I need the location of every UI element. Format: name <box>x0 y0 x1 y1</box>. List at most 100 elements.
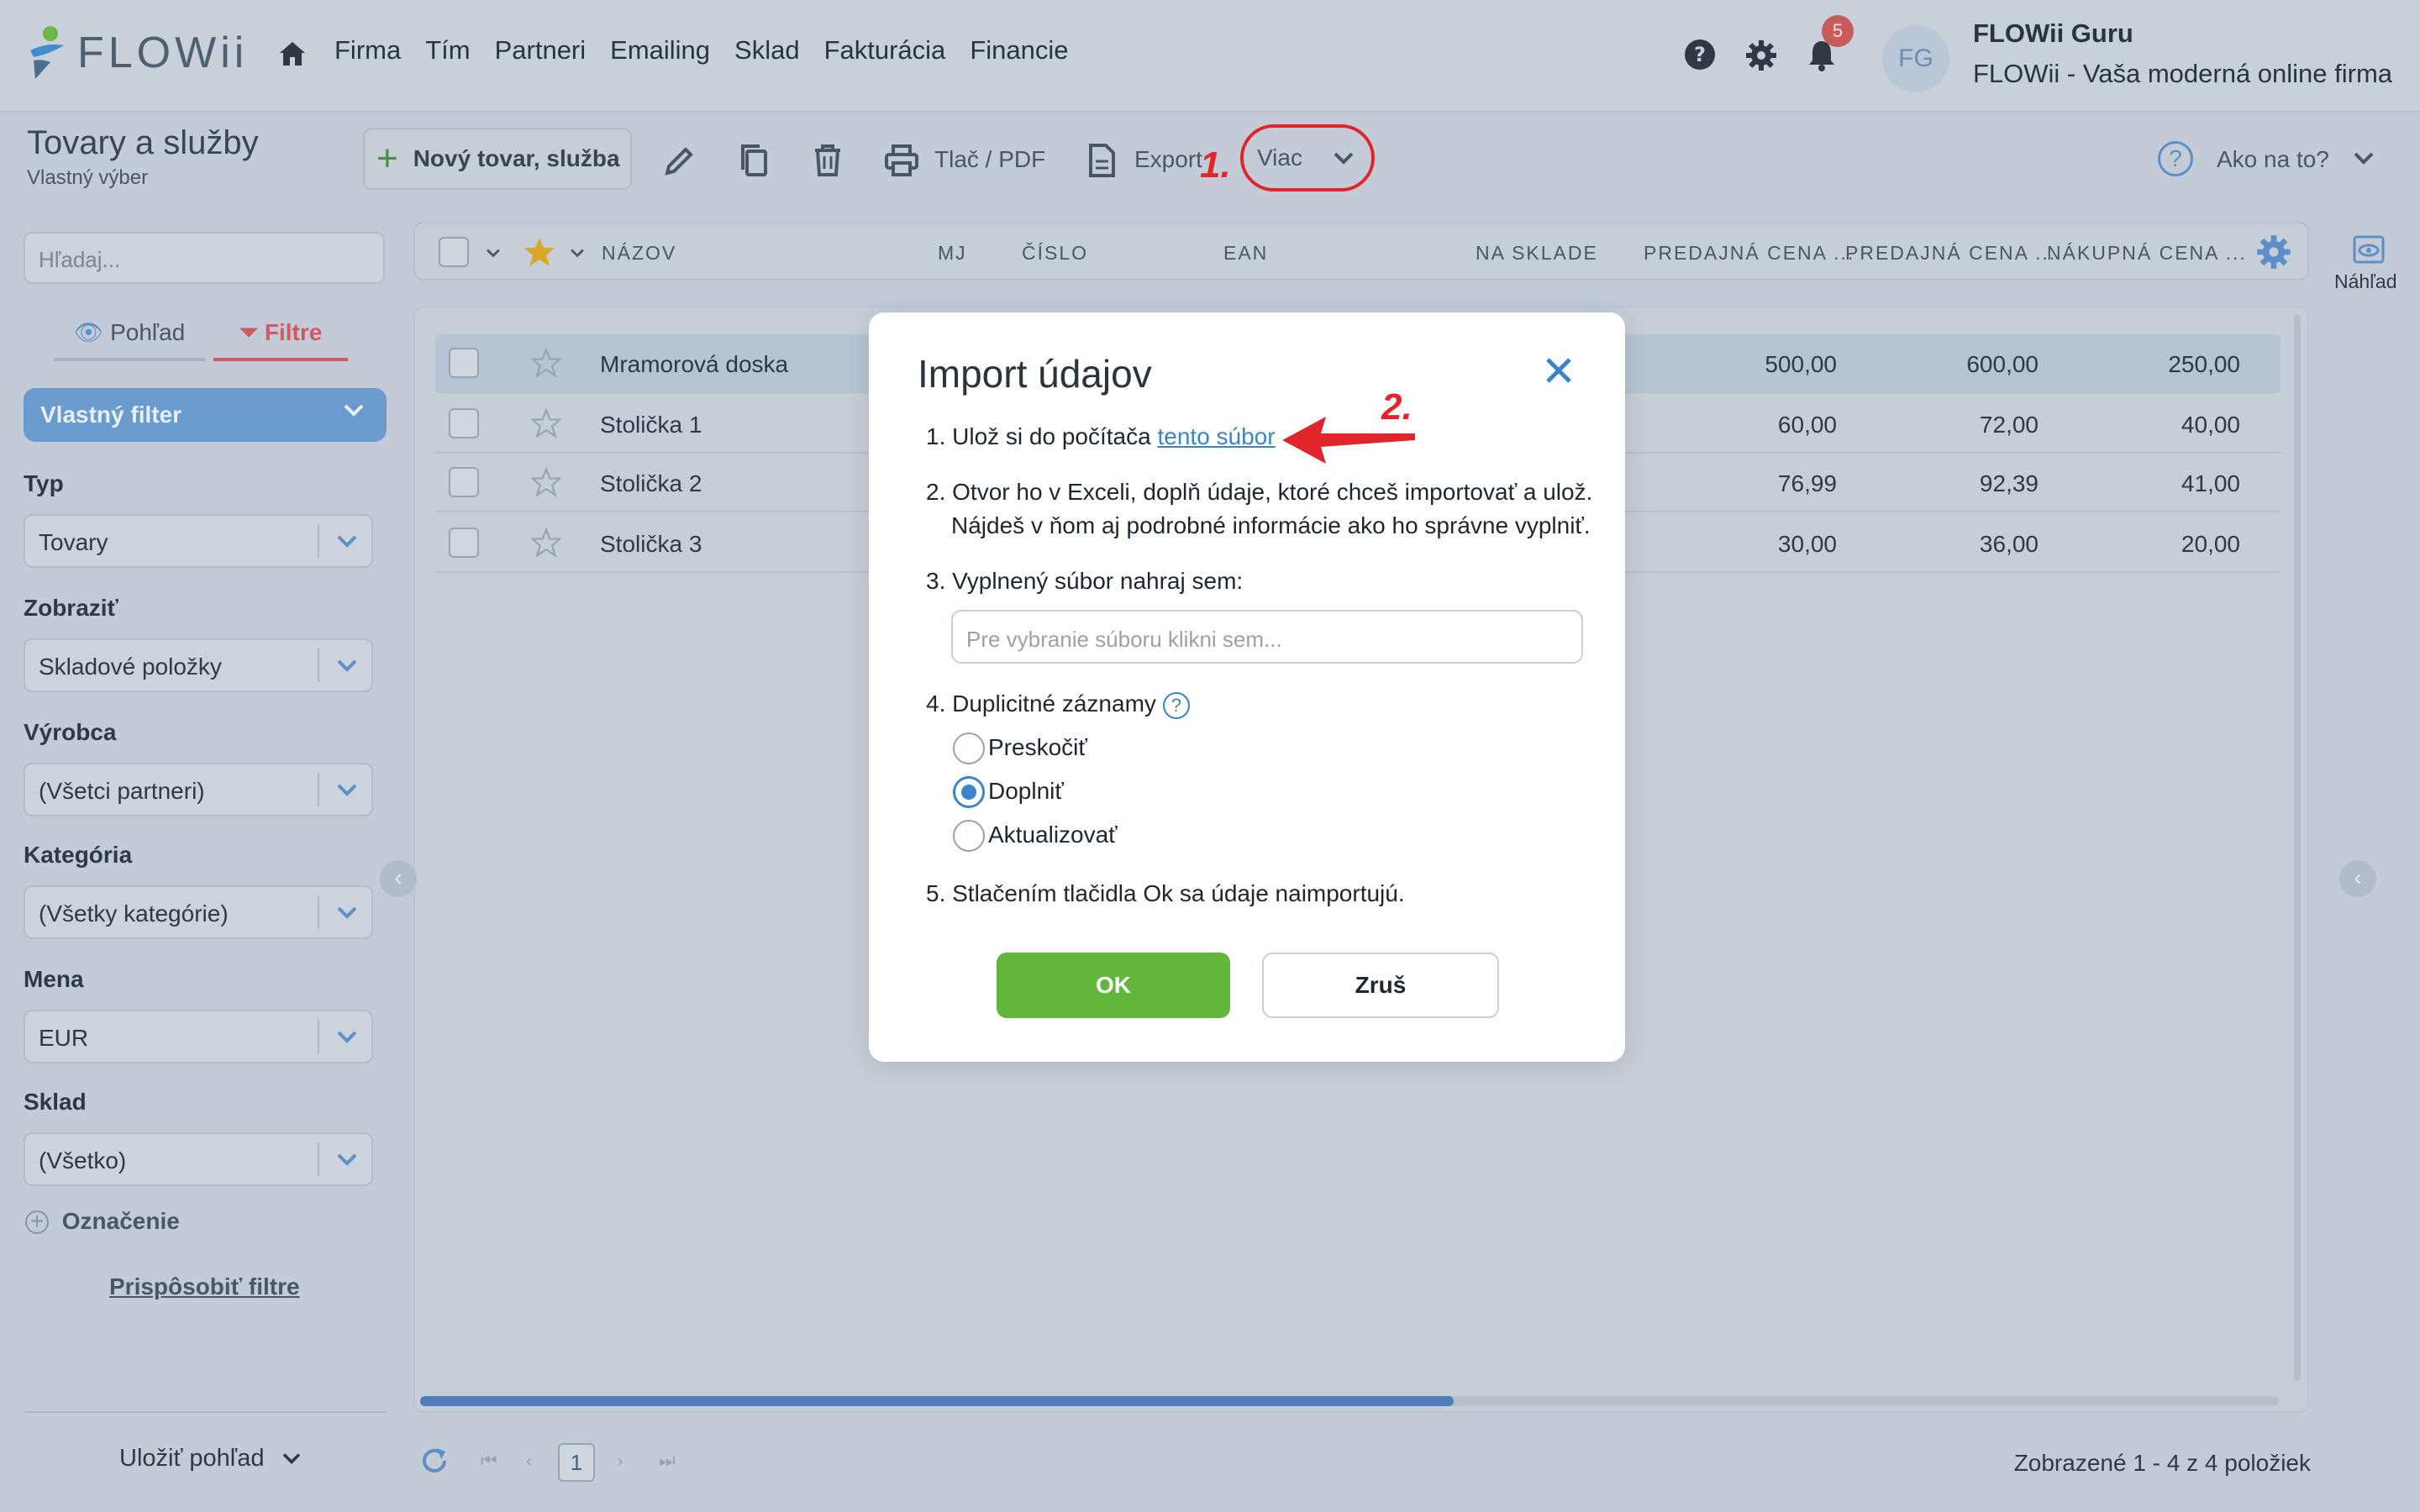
col-header-ean[interactable]: EAN <box>1223 242 1268 265</box>
star-outline-icon[interactable] <box>531 348 561 378</box>
file-upload-input[interactable]: Pre vybranie súboru klikni sem... <box>951 610 1583 664</box>
search-input[interactable]: Hľadaj... <box>24 232 385 284</box>
col-header-sale-price-2[interactable]: PREDAJNÁ CENA ... <box>1845 242 2056 265</box>
close-icon[interactable] <box>1543 354 1575 386</box>
nav-item-sklad[interactable]: Sklad <box>734 35 800 66</box>
print-pdf-label[interactable]: Tlač / PDF <box>934 146 1045 173</box>
duplicates-help-icon[interactable]: ? <box>1162 691 1190 719</box>
col-header-name[interactable]: NÁZOV <box>602 242 676 265</box>
save-view-button[interactable]: Uložiť pohľad <box>119 1445 302 1473</box>
user-name[interactable]: FLOWii Guru <box>1973 18 2133 49</box>
chevron-down-icon[interactable] <box>2353 150 2375 166</box>
avatar[interactable]: FG <box>1882 25 1949 92</box>
home-icon[interactable] <box>277 39 308 69</box>
step-1-text: 1. Ulož si do počítača <box>926 423 1158 449</box>
radio-skip-label[interactable]: Preskočiť <box>988 734 1087 761</box>
ok-button[interactable]: OK <box>997 953 1230 1018</box>
row-checkbox[interactable] <box>449 467 479 497</box>
custom-filter-dropdown[interactable]: Vlastný filter <box>24 388 387 442</box>
first-page-icon[interactable]: ⏮ <box>481 1450 497 1472</box>
filter-type-select[interactable]: Tovary <box>24 514 373 568</box>
chevron-down-icon[interactable] <box>486 247 501 259</box>
filter-manufacturer-select[interactable]: (Všetci partneri) <box>24 763 373 816</box>
new-item-label: Nový tovar, služba <box>413 145 620 171</box>
row-name: Mramorová doska <box>600 351 789 377</box>
col-header-sale-price-1[interactable]: PREDAJNÁ CENA ... <box>1644 242 1854 265</box>
filter-currency-select[interactable]: EUR <box>24 1010 373 1063</box>
nav-item-tim[interactable]: Tím <box>425 35 470 66</box>
preview-eye-icon[interactable] <box>2353 235 2385 264</box>
chevron-down-icon <box>337 1031 357 1043</box>
nav-item-partneri[interactable]: Partneri <box>495 35 587 66</box>
row-sale-price-1: 500,00 <box>1765 351 1837 377</box>
dialog-title: Import údajov <box>918 352 1152 396</box>
copy-icon[interactable] <box>736 143 771 178</box>
filter-show-select[interactable]: Skladové položky <box>24 638 373 692</box>
radio-fill[interactable] <box>953 776 985 808</box>
customize-filters-link[interactable]: Prispôsobiť filtre <box>109 1273 300 1300</box>
nav-item-financie[interactable]: Financie <box>970 35 1068 66</box>
filter-category-label: Kategória <box>24 842 133 868</box>
document-export-icon[interactable] <box>1084 143 1119 178</box>
horizontal-scrollbar-thumb[interactable] <box>420 1396 1454 1406</box>
row-checkbox[interactable] <box>449 408 479 438</box>
help-icon[interactable]: ? <box>1684 39 1716 71</box>
radio-update-label[interactable]: Aktualizovať <box>988 822 1118 848</box>
trash-icon[interactable] <box>810 143 845 178</box>
star-outline-icon[interactable] <box>531 467 561 497</box>
download-template-link[interactable]: tento súbor <box>1157 423 1275 449</box>
filter-currency-label: Mena <box>24 966 84 992</box>
preview-label[interactable]: Náhľad <box>2334 270 2396 293</box>
tab-view-label: Pohľad <box>110 319 186 345</box>
tab-view[interactable]: 👁 Pohľad <box>54 312 205 361</box>
gear-icon[interactable] <box>1744 39 1778 72</box>
import-dialog: Import údajov 1. Ulož si do počítača ten… <box>869 312 1625 1062</box>
last-page-icon[interactable]: ⏭ <box>659 1450 676 1472</box>
previous-page-icon[interactable]: ‹ <box>526 1450 532 1472</box>
flowii-logo[interactable]: FLOWii <box>25 24 248 82</box>
star-outline-icon[interactable] <box>531 528 561 558</box>
chevron-down-icon <box>344 404 364 417</box>
printer-icon[interactable] <box>884 143 919 178</box>
row-checkbox[interactable] <box>449 528 479 558</box>
row-name: Stolička 1 <box>600 412 702 438</box>
radio-skip[interactable] <box>953 732 985 764</box>
tag-filter-toggle[interactable]: + Označenie <box>25 1208 180 1235</box>
step-4: 4. Duplicitné záznamy? <box>926 687 1190 721</box>
star-outline-icon[interactable] <box>531 408 561 438</box>
chevron-down-icon[interactable] <box>570 247 585 259</box>
filter-warehouse-select[interactable]: (Všetko) <box>24 1132 373 1186</box>
current-page[interactable]: 1 <box>558 1443 595 1482</box>
how-to-label[interactable]: Ako na to? <box>2217 146 2329 173</box>
nav-item-fakturacia[interactable]: Fakturácia <box>824 35 946 66</box>
radio-update[interactable] <box>953 820 985 852</box>
row-checkbox[interactable] <box>449 348 479 378</box>
vertical-scrollbar[interactable] <box>2294 314 2301 1381</box>
tab-filters[interactable]: ⏷ Filtre <box>213 312 348 361</box>
col-header-number[interactable]: ČÍSLO <box>1022 242 1088 265</box>
radio-fill-label[interactable]: Doplniť <box>988 778 1064 805</box>
page-title: Tovary a služby <box>27 124 259 161</box>
select-all-checkbox[interactable] <box>439 237 469 267</box>
col-header-purchase-price[interactable]: NÁKUPNÁ CENA ... <box>2047 242 2247 265</box>
view-tabs: 👁 Pohľad ⏷ Filtre <box>54 312 348 361</box>
collapse-preview-chevron-left-icon[interactable]: ‹ <box>2339 860 2376 897</box>
col-header-unit[interactable]: MJ <box>938 242 967 265</box>
col-header-in-stock[interactable]: NA SKLADE <box>1476 242 1598 265</box>
cancel-button[interactable]: Zruš <box>1262 953 1499 1018</box>
nav-item-emailing[interactable]: Emailing <box>610 35 710 66</box>
save-view-label: Uložiť pohľad <box>119 1445 265 1472</box>
help-circle-icon[interactable]: ? <box>2158 141 2193 176</box>
new-item-button[interactable]: + Nový tovar, služba <box>363 128 632 190</box>
edit-pencil-icon[interactable] <box>662 143 697 178</box>
next-page-icon[interactable]: › <box>617 1450 623 1472</box>
filter-category-select[interactable]: (Všetky kategórie) <box>24 885 373 939</box>
export-label[interactable]: Export <box>1134 146 1202 173</box>
column-settings-gear-icon[interactable] <box>2255 234 2292 270</box>
annotation-marker-1: 1. <box>1200 144 1231 186</box>
star-filled-icon[interactable] <box>523 235 556 269</box>
refresh-icon[interactable] <box>418 1445 450 1477</box>
more-dropdown-button[interactable]: Viac <box>1240 124 1375 192</box>
nav-item-firma[interactable]: Firma <box>334 35 401 66</box>
collapse-sidebar-chevron-left-icon[interactable]: ‹ <box>380 860 417 897</box>
